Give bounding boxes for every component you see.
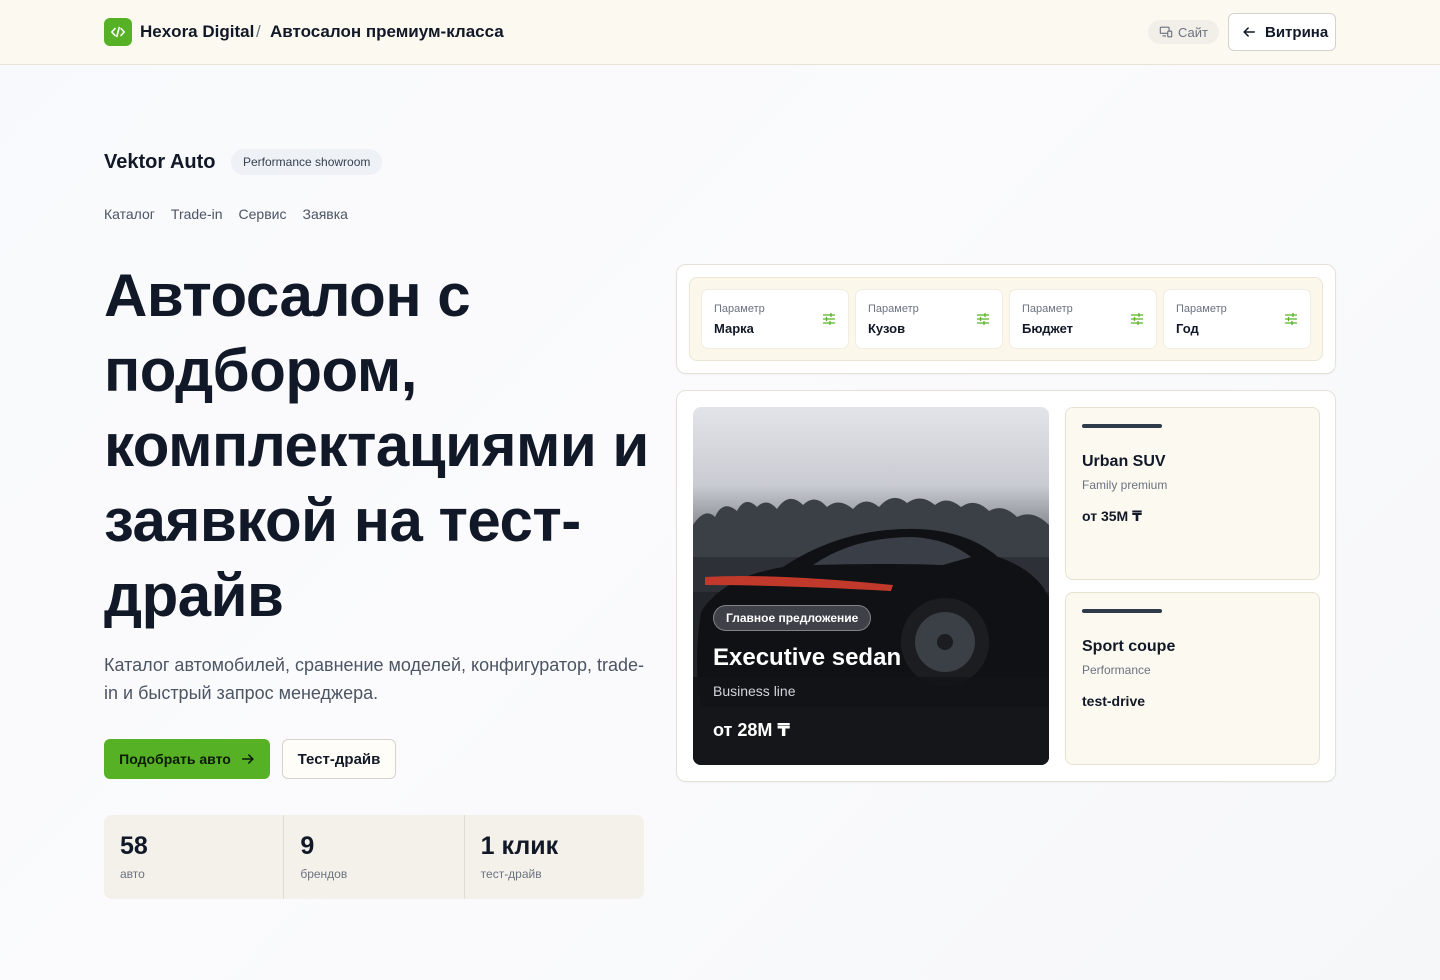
offer-title: Urban SUV — [1082, 453, 1166, 470]
stat-value: 9 — [300, 832, 315, 860]
showcase-label: Витрина — [1265, 23, 1329, 41]
filter-value: Год — [1176, 321, 1199, 336]
nav-item-request[interactable]: Заявка — [302, 205, 347, 223]
stat-value: 1 клик — [480, 832, 559, 860]
company-tag: Performance showroom — [231, 149, 383, 175]
top-bar: Hexora Digital / Автосалон премиум-класс… — [0, 0, 1440, 65]
filter-bar: Параметр Марка Параметр Кузов Параметр Б… — [689, 277, 1323, 361]
nav-item-trade-in[interactable]: Trade-in — [171, 205, 223, 223]
site-label: Сайт — [1178, 24, 1208, 40]
offer-card-suv[interactable]: Urban SUV Family premium от 35M ₸ — [1065, 407, 1320, 580]
offer-title: Sport coupe — [1082, 638, 1176, 655]
offer-subtitle: Performance — [1082, 663, 1151, 677]
featured-title: Executive sedan — [713, 644, 902, 671]
filter-value: Марка — [714, 321, 754, 336]
offer-subtitle: Family premium — [1082, 478, 1168, 492]
filter-year[interactable]: Параметр Год — [1164, 290, 1310, 348]
pick-car-button[interactable]: Подобрать авто — [104, 739, 270, 779]
stat-label: тест-драйв — [480, 867, 542, 881]
filter-caption: Параметр — [714, 303, 765, 315]
stat-label: авто — [120, 867, 145, 881]
filter-caption: Параметр — [1176, 303, 1227, 315]
stat-value: 58 — [120, 832, 148, 860]
offers-card: Главное предложение Executive sedan Busi… — [676, 390, 1336, 782]
pick-car-label: Подобрать авто — [119, 751, 231, 767]
card-accent-bar — [1082, 609, 1162, 613]
showcase-button[interactable]: Витрина — [1228, 13, 1336, 51]
filter-caption: Параметр — [1022, 303, 1073, 315]
page-title: Автосалон премиум-класса — [270, 22, 504, 41]
filter-value: Кузов — [868, 321, 906, 336]
sliders-icon — [1130, 312, 1144, 326]
devices-icon — [1159, 26, 1173, 38]
test-drive-button[interactable]: Тест-драйв — [282, 739, 396, 779]
stat-test-drive: 1 клик тест-драйв — [465, 815, 644, 899]
featured-price: от 28M ₸ — [713, 720, 790, 740]
main-nav: Каталог Trade-in Сервис Заявка — [104, 205, 348, 223]
code-icon[interactable] — [104, 18, 132, 46]
filter-brand[interactable]: Параметр Марка — [702, 290, 848, 348]
featured-offer-card[interactable]: Главное предложение Executive sedan Busi… — [693, 407, 1049, 765]
arrow-left-icon — [1243, 27, 1255, 37]
nav-item-catalog[interactable]: Каталог — [104, 205, 155, 223]
sliders-icon — [822, 312, 836, 326]
filter-body[interactable]: Параметр Кузов — [856, 290, 1002, 348]
featured-badge: Главное предложение — [713, 605, 872, 631]
offer-price: от 35M ₸ — [1082, 508, 1142, 524]
filter-budget[interactable]: Параметр Бюджет — [1010, 290, 1156, 348]
hero-subtitle: Каталог автомобилей, сравнение моделей, … — [104, 655, 644, 703]
site-link[interactable]: Сайт — [1148, 20, 1219, 44]
hero-title: Автосалон с подбором, комплектациями и з… — [104, 262, 649, 629]
stat-cars: 58 авто — [104, 815, 285, 899]
sliders-icon — [976, 312, 990, 326]
offer-card-coupe[interactable]: Sport coupe Performance test-drive — [1065, 592, 1320, 765]
sliders-icon — [1284, 312, 1298, 326]
stats-panel: 58 авто 9 брендов 1 клик тест-драйв — [104, 815, 644, 899]
company-name: Vektor Auto — [104, 151, 216, 173]
arrow-right-icon — [241, 754, 254, 764]
filter-caption: Параметр — [868, 303, 919, 315]
filter-card: Параметр Марка Параметр Кузов Параметр Б… — [676, 264, 1336, 374]
nav-item-service[interactable]: Сервис — [239, 205, 287, 223]
brand-name[interactable]: Hexora Digital — [140, 21, 254, 43]
stat-label: брендов — [300, 867, 348, 881]
featured-subtitle: Business line — [713, 683, 796, 699]
stat-brands: 9 брендов — [284, 815, 465, 899]
breadcrumb-separator: / — [256, 22, 261, 41]
card-accent-bar — [1082, 424, 1162, 428]
filter-value: Бюджет — [1022, 321, 1073, 336]
offer-price: test-drive — [1082, 693, 1146, 709]
car-photo — [693, 497, 1049, 765]
